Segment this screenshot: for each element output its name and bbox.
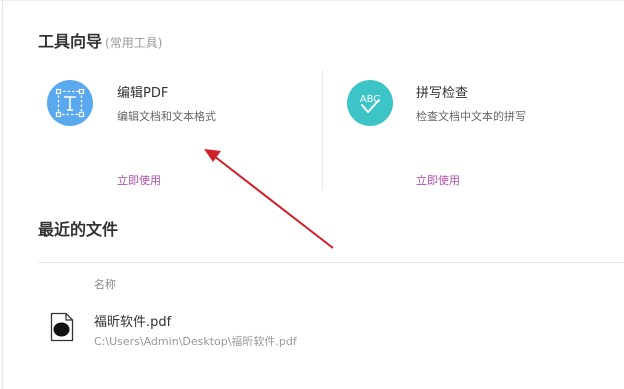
left-border [2, 0, 3, 389]
file-name[interactable]: 福昕软件.pdf [94, 311, 171, 330]
divider [38, 262, 624, 263]
tool-card-edit-pdf[interactable]: 编辑PDF 编辑文档和文本格式 立即使用 [38, 70, 321, 190]
recent-files-title: 最近的文件 [38, 220, 119, 239]
tools-section-title: 工具向导 (常用工具) [38, 28, 162, 52]
file-row[interactable]: 福昕软件.pdf C:\Users\Admin\Desktop\福昕软件.pdf [38, 304, 624, 352]
spellcheck-icon[interactable]: ABC [347, 80, 393, 126]
tools-subtitle: (常用工具) [105, 36, 163, 50]
pdf-file-icon [50, 312, 74, 342]
tool-card-title[interactable]: 拼写检查 [416, 82, 468, 101]
use-now-link[interactable]: 立即使用 [416, 172, 460, 188]
tool-card-spell-check[interactable]: ABC 拼写检查 检查文档中文本的拼写 立即使用 [322, 70, 624, 190]
tools-title: 工具向导 [38, 32, 103, 51]
file-path: C:\Users\Admin\Desktop\福昕软件.pdf [94, 335, 297, 348]
tool-card-desc: 检查文档中文本的拼写 [416, 110, 526, 123]
column-header-name[interactable]: 名称 [94, 276, 116, 292]
top-border [0, 0, 624, 1]
tool-card-desc: 编辑文档和文本格式 [117, 110, 216, 123]
tool-card-title[interactable]: 编辑PDF [117, 82, 168, 101]
edit-text-icon[interactable] [47, 80, 93, 126]
use-now-link[interactable]: 立即使用 [117, 172, 161, 188]
